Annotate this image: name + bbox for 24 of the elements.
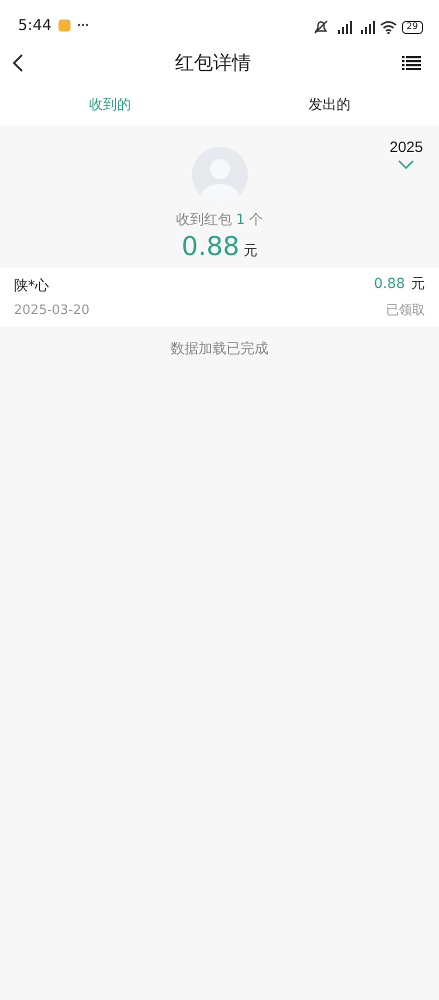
currency-unit: 元 bbox=[411, 275, 425, 293]
sender-name: 陕*心 bbox=[14, 276, 49, 294]
wifi-icon bbox=[380, 20, 397, 34]
year-selector[interactable]: 2025 bbox=[390, 139, 423, 169]
chevron-down-icon bbox=[398, 160, 414, 169]
mute-icon bbox=[312, 20, 329, 34]
load-complete-text: 数据加载已完成 bbox=[170, 340, 268, 358]
more-icon bbox=[76, 23, 89, 27]
back-icon bbox=[12, 52, 24, 72]
list-icon bbox=[402, 56, 421, 70]
tab[interactable]: 发出的 bbox=[220, 85, 439, 125]
received-count: 1 bbox=[236, 212, 245, 228]
record-amount: 0.88 bbox=[374, 276, 405, 292]
summary-label: 收到红包 bbox=[176, 211, 232, 229]
notification-icon bbox=[58, 18, 71, 32]
record-status: 已领取 bbox=[386, 302, 425, 319]
total-amount: 0.88 bbox=[182, 232, 240, 262]
page-title: 红包详情 bbox=[175, 50, 251, 76]
record-date: 2025-03-20 bbox=[14, 302, 90, 318]
record-row[interactable]: 陕*心 2025-03-20 0.88 元 已领取 bbox=[0, 268, 439, 326]
count-unit: 个 bbox=[248, 211, 263, 229]
currency-unit: 元 bbox=[243, 242, 258, 260]
status-time: 5:44 bbox=[18, 16, 52, 34]
battery-level: 29 bbox=[402, 20, 423, 34]
